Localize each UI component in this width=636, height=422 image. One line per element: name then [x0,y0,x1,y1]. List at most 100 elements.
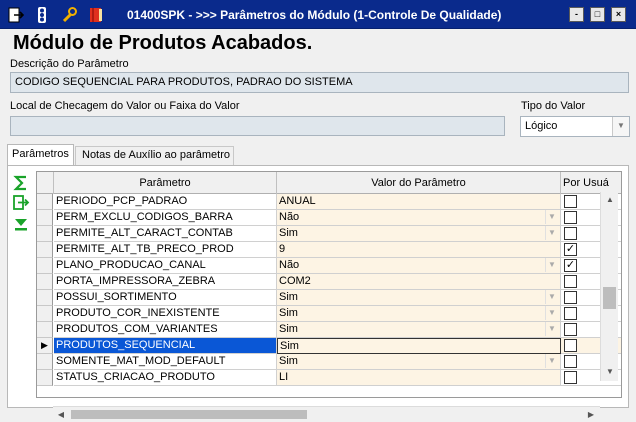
param-name-cell[interactable]: PRODUTOS_COM_VARIANTES [54,322,277,338]
por-usuario-checkbox[interactable] [564,227,577,240]
content-area: Módulo de Produtos Acabados. Descrição d… [0,29,636,421]
param-name-cell[interactable]: PERIODO_PCP_PADRAO [54,194,277,210]
minimize-button[interactable]: - [569,7,584,22]
column-header-parametro[interactable]: Parâmetro [54,172,277,194]
column-header-por-usuario[interactable]: Por Usuá [561,172,621,194]
row-header[interactable] [37,274,53,290]
row-header[interactable]: ▶ [37,338,53,354]
row-header-corner [37,172,54,194]
row-header[interactable] [37,322,53,338]
horizontal-scrollbar[interactable]: ◀ ▶ [53,406,600,421]
descricao-field[interactable]: CODIGO SEQUENCIAL PARA PRODUTOS, PADRAO … [10,72,629,93]
por-usuario-checkbox[interactable] [564,195,577,208]
param-value: COM2 [279,275,311,287]
param-name-cell[interactable]: PRODUTOS_SEQUENCIAL [54,338,277,354]
sigma-icon[interactable] [12,174,30,192]
param-value: Sim [279,291,298,303]
scroll-down-arrow[interactable]: ▼ [601,364,619,380]
row-header[interactable] [37,258,53,274]
param-value-cell[interactable]: LI [277,370,561,386]
param-value-cell[interactable]: Não ▼ [277,258,561,274]
window-title: 01400SPK - >>> Parâmetros do Módulo (1-C… [127,8,502,22]
chevron-down-icon[interactable]: ▼ [545,354,558,368]
param-name-cell[interactable]: PERM_EXCLU_CODIGOS_BARRA [54,210,277,226]
por-usuario-checkbox[interactable] [564,339,577,352]
chevron-down-icon[interactable]: ▼ [545,226,558,240]
chevron-down-icon[interactable]: ▼ [545,210,558,224]
traffic-light-icon[interactable] [34,7,50,23]
por-usuario-checkbox[interactable] [564,275,577,288]
local-label: Local de Checagem do Valor ou Faixa do V… [10,100,240,112]
scroll-thumb[interactable] [603,287,616,309]
scroll-left-arrow[interactable]: ◀ [53,407,69,422]
param-value: Sim [279,227,298,239]
param-name-cell[interactable]: SOMENTE_MAT_MOD_DEFAULT [54,354,277,370]
scroll-up-arrow[interactable]: ▲ [601,192,619,208]
param-name-cell[interactable]: STATUS_CRIACAO_PRODUTO [54,370,277,386]
param-value: Sim [279,307,298,319]
title-bar: 01400SPK - >>> Parâmetros do Módulo (1-C… [0,0,636,29]
row-header[interactable] [37,194,53,210]
tipo-label: Tipo do Valor [521,100,586,112]
chevron-down-icon[interactable]: ▼ [545,306,558,320]
param-value-cell[interactable]: 9 [277,242,561,258]
hscroll-thumb[interactable] [71,410,307,419]
vertical-scrollbar[interactable]: ▲ ▼ [600,192,618,381]
param-name-cell[interactable]: PERMITE_ALT_CARACT_CONTAB [54,226,277,242]
por-usuario-checkbox[interactable] [564,323,577,336]
chevron-down-icon[interactable]: ▼ [612,117,629,136]
param-value: Sim [279,355,298,367]
chevron-down-icon[interactable]: ▼ [545,322,558,336]
param-name-cell[interactable]: POSSUI_SORTIMENTO [54,290,277,306]
por-usuario-checkbox[interactable] [564,355,577,368]
tab-notas[interactable]: Notas de Auxílio ao parâmetro [75,146,234,166]
parameters-grid[interactable]: Parâmetro Valor do Parâmetro Por Usuá PE… [36,171,622,398]
wrench-icon[interactable] [61,7,77,23]
por-usuario-checkbox[interactable] [564,371,577,384]
por-usuario-checkbox[interactable] [564,307,577,320]
book-icon[interactable] [88,7,104,23]
column-header-valor[interactable]: Valor do Parâmetro [277,172,561,194]
local-field[interactable] [10,116,505,136]
export-icon[interactable] [12,194,30,212]
por-usuario-checkbox[interactable] [564,211,577,224]
param-value-cell[interactable]: COM2 [277,274,561,290]
por-usuario-checkbox[interactable]: ✓ [564,259,577,272]
param-name-cell[interactable]: PRODUTO_COR_INEXISTENTE [54,306,277,322]
param-value-cell[interactable]: ANUAL [277,194,561,210]
row-header[interactable] [37,210,53,226]
grid-header: Parâmetro Valor do Parâmetro Por Usuá [37,172,621,194]
param-value-cell[interactable]: Sim [277,338,561,354]
filter-icon[interactable] [12,215,30,233]
param-name-cell[interactable]: PORTA_IMPRESSORA_ZEBRA [54,274,277,290]
row-header[interactable] [37,370,53,386]
maximize-button[interactable]: □ [590,7,605,22]
row-header[interactable] [37,242,53,258]
row-header[interactable] [37,306,53,322]
param-value: Sim [280,340,299,352]
param-name-cell[interactable]: PERMITE_ALT_TB_PRECO_PROD [54,242,277,258]
param-value-cell[interactable]: Sim ▼ [277,322,561,338]
param-name-cell[interactable]: PLANO_PRODUCAO_CANAL [54,258,277,274]
close-button[interactable]: × [611,7,626,22]
param-value-cell[interactable]: Sim ▼ [277,226,561,242]
param-value-cell[interactable]: Sim ▼ [277,306,561,322]
chevron-down-icon[interactable]: ▼ [545,258,558,272]
tab-notas-label: Notas de Auxílio ao parâmetro [82,149,230,161]
param-value-cell[interactable]: Sim ▼ [277,290,561,306]
param-value: LI [279,371,289,383]
param-value-cell[interactable]: Não ▼ [277,210,561,226]
tab-parametros[interactable]: Parâmetros [7,144,74,166]
row-header[interactable] [37,354,53,370]
row-header[interactable] [37,290,53,306]
param-value-cell[interactable]: Sim ▼ [277,354,561,370]
por-usuario-checkbox[interactable] [564,291,577,304]
exit-icon[interactable] [8,7,24,23]
row-header[interactable] [37,226,53,242]
scroll-right-arrow[interactable]: ▶ [583,407,599,422]
tipo-select[interactable]: Lógico ▼ [520,116,630,137]
por-usuario-checkbox[interactable]: ✓ [564,243,577,256]
chevron-down-icon[interactable]: ▼ [545,290,558,304]
tipo-value: Lógico [525,120,558,132]
descricao-label: Descrição do Parâmetro [10,58,129,70]
